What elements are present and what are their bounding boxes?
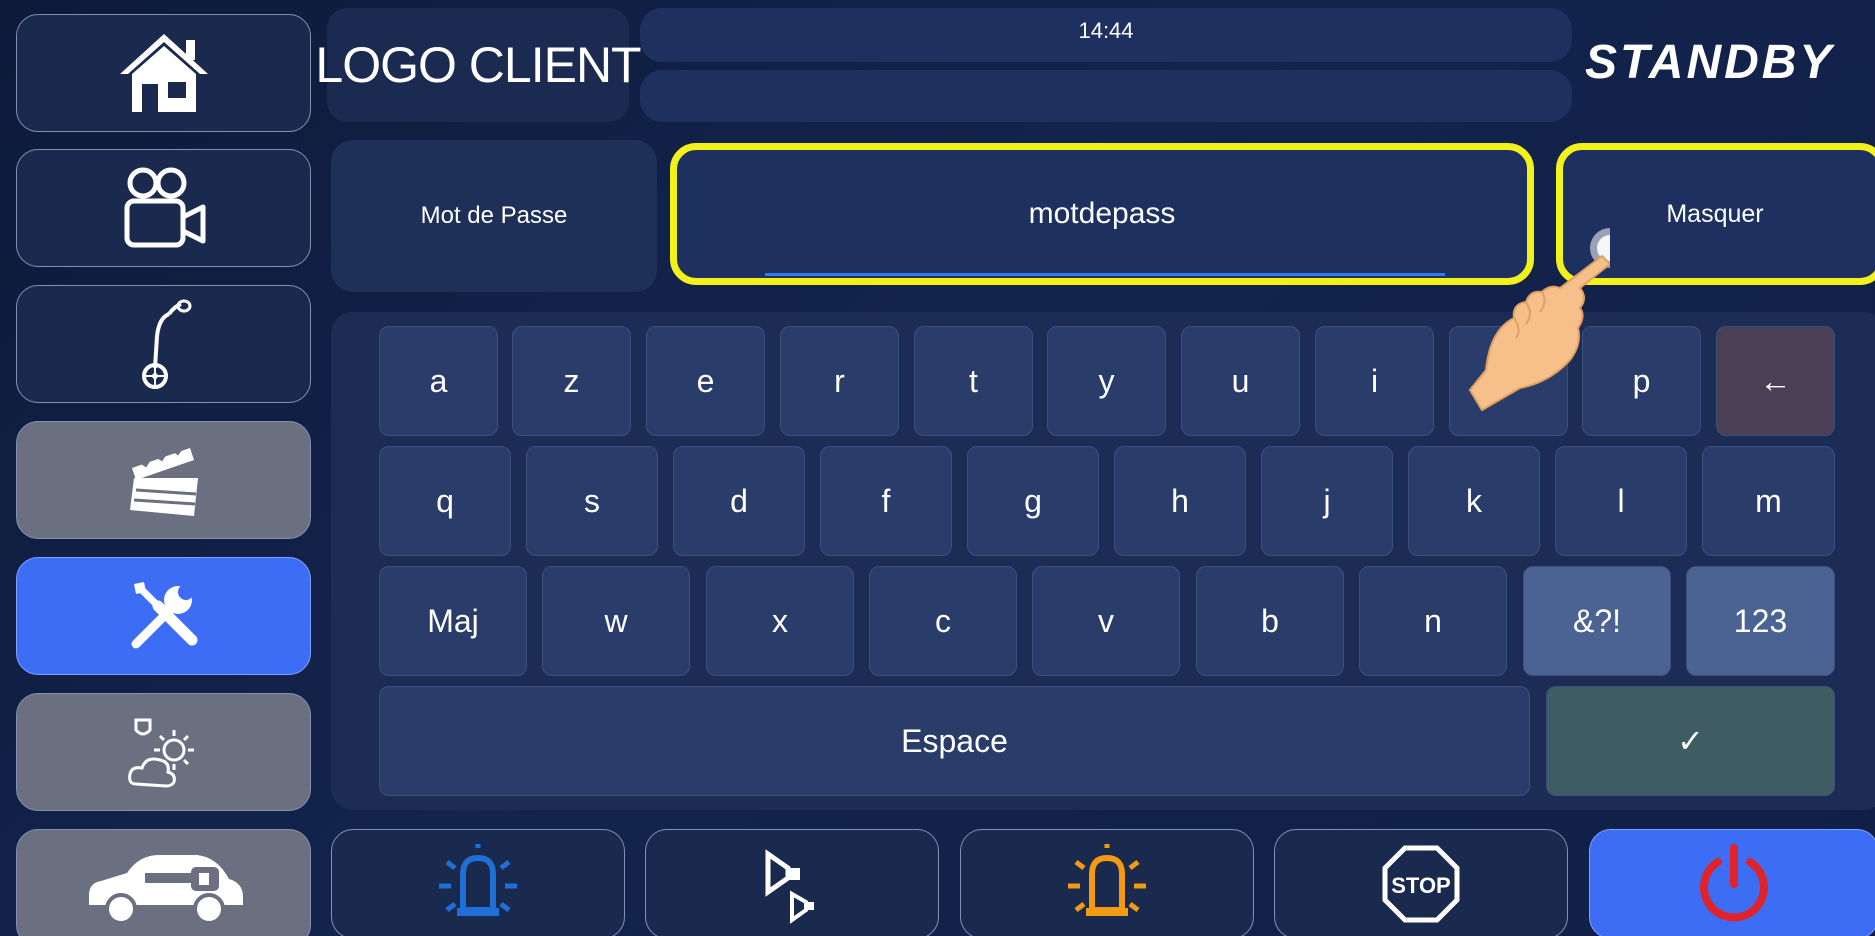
key-k[interactable]: k (1408, 446, 1540, 556)
clock: 14:44 (1078, 18, 1134, 43)
horn-button[interactable] (645, 829, 939, 936)
microphone-stand-icon (141, 299, 191, 389)
tools-icon (131, 582, 197, 649)
key-d[interactable]: d (673, 446, 805, 556)
key-g[interactable]: g (967, 446, 1099, 556)
blue-beacon-icon (439, 844, 517, 916)
client-logo: LOGO CLIENT (315, 8, 642, 122)
clapperboard-button[interactable] (16, 421, 311, 539)
key-r[interactable]: r (780, 326, 899, 436)
stop-button[interactable]: STOP (1274, 829, 1568, 936)
power-icon (1700, 844, 1768, 922)
key-h[interactable]: h (1114, 446, 1246, 556)
car-key-button[interactable] (16, 829, 311, 936)
key-i[interactable]: i (1315, 326, 1434, 436)
stop-sign-text: STOP (1391, 873, 1451, 898)
camera-button[interactable] (16, 149, 311, 267)
key-s[interactable]: s (526, 446, 658, 556)
key-b[interactable]: b (1196, 566, 1344, 676)
password-field[interactable]: motdepass (670, 143, 1534, 285)
symbols-key[interactable]: &?! (1523, 566, 1671, 676)
blue-beacon-button[interactable] (331, 829, 625, 936)
key-a[interactable]: a (379, 326, 498, 436)
key-w[interactable]: w (542, 566, 690, 676)
stop-sign-icon: STOP (1382, 845, 1460, 923)
brand-logo: STANDBY (1585, 36, 1835, 89)
key-e[interactable]: e (646, 326, 765, 436)
video-camera-icon (124, 167, 205, 248)
mic-stand-button[interactable] (16, 285, 311, 403)
status-bar-bottom (640, 70, 1572, 122)
settings-button[interactable] (16, 557, 311, 675)
numbers-key[interactable]: 123 (1686, 566, 1835, 676)
key-x[interactable]: x (706, 566, 854, 676)
orange-beacon-icon (1068, 844, 1146, 916)
weather-icon (127, 718, 194, 788)
touch-hand-cursor (1430, 220, 1630, 424)
input-underline (765, 273, 1445, 276)
confirm-key[interactable]: ✓ (1546, 686, 1835, 796)
key-f[interactable]: f (820, 446, 952, 556)
key-m[interactable]: m (1702, 446, 1835, 556)
horn-icon (765, 849, 814, 924)
space-key[interactable]: Espace (379, 686, 1530, 796)
key-y[interactable]: y (1047, 326, 1166, 436)
orange-beacon-button[interactable] (960, 829, 1254, 936)
home-icon (119, 34, 208, 112)
power-button[interactable] (1589, 829, 1875, 936)
weather-button[interactable] (16, 693, 311, 811)
key-t[interactable]: t (914, 326, 1033, 436)
password-label: Mot de Passe (331, 140, 657, 292)
backspace-key[interactable]: ← (1716, 326, 1835, 436)
home-button[interactable] (16, 14, 311, 132)
key-u[interactable]: u (1181, 326, 1300, 436)
key-n[interactable]: n (1359, 566, 1507, 676)
key-z[interactable]: z (512, 326, 631, 436)
key-c[interactable]: c (869, 566, 1017, 676)
key-l[interactable]: l (1555, 446, 1687, 556)
car-key-icon (88, 855, 243, 925)
key-j[interactable]: j (1261, 446, 1393, 556)
clapperboard-icon (129, 444, 198, 516)
key-v[interactable]: v (1032, 566, 1180, 676)
key-q[interactable]: q (379, 446, 511, 556)
shift-key[interactable]: Maj (379, 566, 527, 676)
